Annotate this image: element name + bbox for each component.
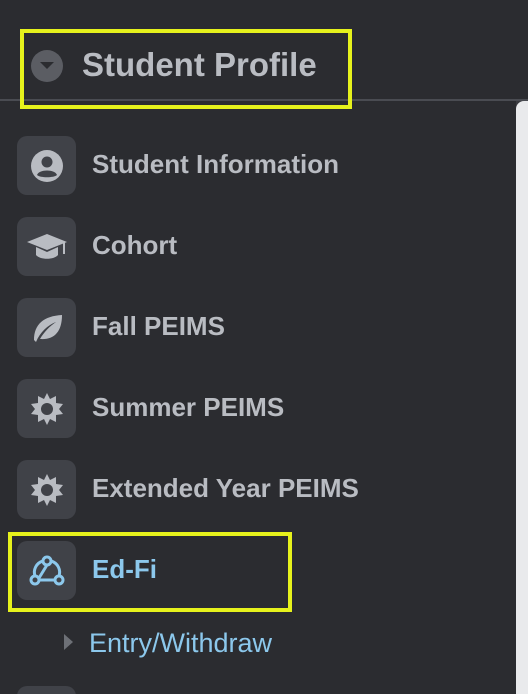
sidebar-panel: Student Profile Student Information Coho… (0, 0, 528, 694)
menu-item-ed-fi[interactable]: Ed-Fi (0, 539, 510, 603)
chevron-down-icon[interactable] (31, 50, 63, 82)
caret-right-icon[interactable] (64, 634, 73, 650)
menu-item-label: Summer PEIMS (92, 392, 285, 422)
menu-item-partial[interactable] (17, 686, 76, 694)
menu-item-label: Ed-Fi (92, 554, 157, 584)
sub-item-entry-withdraw[interactable]: Entry/Withdraw (58, 624, 358, 660)
page-title[interactable]: Student Profile (82, 46, 317, 84)
menu-item-student-information[interactable]: Student Information (0, 134, 510, 198)
scrollbar-thumb[interactable] (516, 101, 528, 694)
menu-item-label: Extended Year PEIMS (92, 473, 359, 503)
graduation-cap-icon (17, 217, 76, 276)
menu-item-cohort[interactable]: Cohort (0, 215, 510, 279)
sun-icon (17, 460, 76, 519)
sun-icon (17, 379, 76, 438)
sub-item-label: Entry/Withdraw (89, 628, 273, 658)
leaf-icon (17, 298, 76, 357)
user-circle-icon (17, 136, 76, 195)
menu-item-summer-peims[interactable]: Summer PEIMS (0, 377, 510, 441)
menu-item-extended-year-peims[interactable]: Extended Year PEIMS (0, 458, 510, 522)
sidebar-header: Student Profile (0, 0, 528, 100)
header-divider (0, 99, 528, 101)
menu-item-label: Cohort (92, 230, 178, 260)
menu-item-fall-peims[interactable]: Fall PEIMS (0, 296, 510, 360)
webhook-icon (17, 541, 76, 600)
menu-item-label: Fall PEIMS (92, 311, 225, 341)
menu-item-label: Student Information (92, 149, 339, 179)
